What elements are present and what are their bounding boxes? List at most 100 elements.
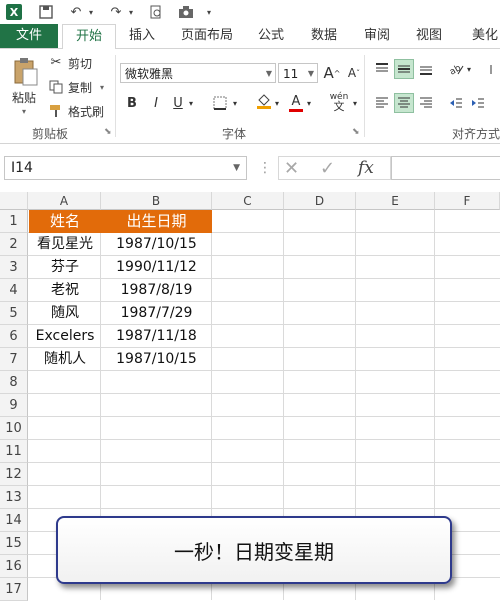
row-header[interactable]: 10 (0, 417, 28, 440)
tab-home[interactable]: 开始 (62, 24, 116, 50)
name-cell[interactable]: 随风 (29, 302, 101, 325)
paste-icon[interactable] (12, 57, 40, 87)
row-header[interactable]: 4 (0, 279, 28, 302)
paste-dropdown-icon[interactable]: ▾ (22, 107, 26, 116)
redo-icon[interactable]: ↷ (106, 3, 126, 21)
font-color-dropdown-icon[interactable]: ▾ (304, 93, 314, 113)
decrease-indent-icon[interactable] (446, 93, 466, 113)
row-header[interactable]: 17 (0, 578, 28, 601)
column-header-f[interactable]: F (435, 192, 500, 210)
align-bottom-icon[interactable] (416, 59, 436, 79)
column-header-d[interactable]: D (284, 192, 356, 210)
tab-formulas[interactable]: 公式 (252, 24, 290, 48)
tab-file[interactable]: 文件 (0, 24, 58, 48)
row-header[interactable]: 11 (0, 440, 28, 463)
row-header[interactable]: 14 (0, 509, 28, 532)
name-cell[interactable]: 随机人 (29, 348, 101, 371)
phonetic-dropdown-icon[interactable]: ▾ (350, 93, 360, 113)
increase-indent-icon[interactable] (468, 93, 488, 113)
align-left-icon[interactable] (372, 93, 392, 113)
insert-function-icon[interactable]: fx (358, 158, 374, 178)
font-size-select[interactable]: 11 ▼ (278, 63, 318, 83)
row-header[interactable]: 15 (0, 532, 28, 555)
underline-dropdown-icon[interactable]: ▾ (186, 93, 196, 113)
borders-icon[interactable] (210, 93, 230, 113)
wrap-text-icon[interactable] (486, 59, 500, 79)
redo-dropdown-icon[interactable]: ▾ (126, 3, 136, 21)
formula-input[interactable] (391, 156, 500, 180)
date-cell[interactable]: 1987/10/15 (101, 348, 212, 371)
enter-icon[interactable]: ✓ (320, 158, 335, 179)
row-header[interactable]: 1 (0, 210, 28, 233)
row-header[interactable]: 2 (0, 233, 28, 256)
header-cell-name[interactable]: 姓名 (29, 210, 101, 233)
borders-dropdown-icon[interactable]: ▾ (230, 93, 240, 113)
name-cell[interactable]: 看见星光 (29, 233, 101, 256)
grow-font-icon[interactable]: A ^ (322, 63, 342, 83)
name-box[interactable]: I14 ▼ (4, 156, 247, 180)
row-header[interactable]: 3 (0, 256, 28, 279)
font-name-select[interactable]: 微软雅黑 ▼ (120, 63, 276, 83)
fill-color-icon[interactable] (254, 91, 274, 111)
gridline (28, 393, 500, 394)
orientation-icon[interactable]: ab (446, 59, 466, 79)
tab-data[interactable]: 数据 (304, 24, 344, 48)
column-header-c[interactable]: C (212, 192, 284, 210)
font-color-icon[interactable]: A (286, 93, 306, 113)
date-cell[interactable]: 1987/8/19 (101, 279, 212, 302)
align-center-icon[interactable] (394, 93, 414, 113)
align-top-icon[interactable] (372, 59, 392, 79)
row-header[interactable]: 9 (0, 394, 28, 417)
italic-button[interactable]: I (146, 93, 166, 113)
column-header-e[interactable]: E (356, 192, 435, 210)
name-cell[interactable]: 芬子 (29, 256, 101, 279)
undo-icon[interactable]: ↶ (66, 3, 86, 21)
bold-button[interactable]: B (122, 93, 142, 113)
undo-dropdown-icon[interactable]: ▾ (86, 3, 96, 21)
date-cell[interactable]: 1990/11/12 (101, 256, 212, 279)
font-name-value: 微软雅黑 (125, 67, 174, 81)
camera-icon[interactable] (176, 3, 196, 21)
clipboard-launcher-icon[interactable]: ⬊ (104, 127, 112, 137)
tab-beautify[interactable]: 美化 (460, 24, 500, 48)
column-header-a[interactable]: A (28, 192, 101, 210)
row-header[interactable]: 16 (0, 555, 28, 578)
row-header[interactable]: 12 (0, 463, 28, 486)
name-cell[interactable]: 老祝 (29, 279, 101, 302)
chevron-down-icon[interactable]: ▼ (233, 157, 240, 179)
tab-review[interactable]: 审阅 (358, 24, 396, 48)
paste-button[interactable]: 粘贴 (12, 89, 36, 106)
row-header[interactable]: 7 (0, 348, 28, 371)
save-icon[interactable] (36, 3, 56, 21)
align-right-icon[interactable] (416, 93, 436, 113)
shrink-font-icon[interactable]: Aˇ (344, 63, 364, 83)
header-cell-birthdate[interactable]: 出生日期 (101, 210, 212, 233)
customize-toolbar-icon[interactable]: ▾ (204, 3, 214, 21)
row-header[interactable]: 6 (0, 325, 28, 348)
underline-button[interactable]: U (168, 93, 188, 113)
column-header-b[interactable]: B (101, 192, 212, 210)
row-header[interactable]: 13 (0, 486, 28, 509)
tab-view[interactable]: 视图 (410, 24, 448, 48)
orientation-dropdown-icon[interactable]: ▾ (464, 59, 474, 79)
cancel-icon[interactable]: ✕ (284, 158, 299, 179)
cut-button[interactable]: 剪切 (68, 55, 92, 71)
align-middle-icon[interactable] (394, 59, 414, 79)
name-cell[interactable]: Excelers (29, 325, 101, 348)
phonetic-guide-icon[interactable]: wén 文 (326, 89, 352, 115)
date-cell[interactable]: 1987/7/29 (101, 302, 212, 325)
font-launcher-icon[interactable]: ⬊ (352, 127, 360, 137)
select-all-corner[interactable] (0, 192, 28, 210)
fill-color-dropdown-icon[interactable]: ▾ (272, 93, 282, 113)
format-painter-button[interactable]: 格式刷 (68, 103, 104, 119)
tab-page-layout[interactable]: 页面布局 (176, 24, 238, 48)
copy-dropdown-icon[interactable]: ▾ (100, 79, 104, 95)
format-painter-icon (48, 103, 64, 119)
row-header[interactable]: 8 (0, 371, 28, 394)
date-cell[interactable]: 1987/11/18 (101, 325, 212, 348)
row-header[interactable]: 5 (0, 302, 28, 325)
print-preview-icon[interactable] (146, 3, 166, 21)
date-cell[interactable]: 1987/10/15 (101, 233, 212, 256)
tab-insert[interactable]: 插入 (122, 24, 162, 48)
copy-button[interactable]: 复制 (68, 79, 92, 95)
